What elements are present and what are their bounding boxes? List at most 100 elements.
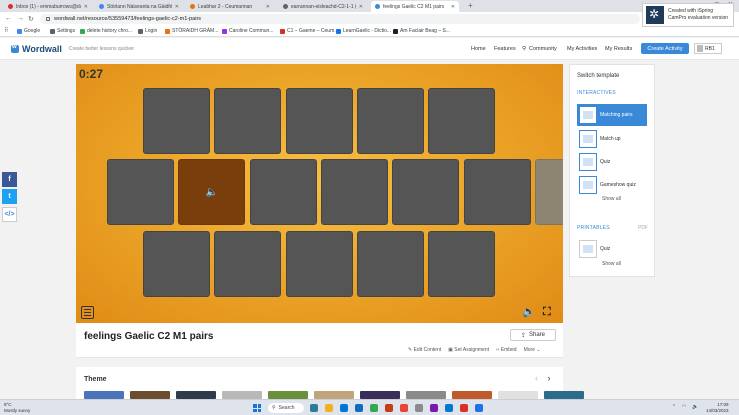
memory-card[interactable]: [320, 159, 388, 225]
taskbar-app-icon[interactable]: [370, 404, 378, 412]
tab-close-icon[interactable]: ✕: [84, 4, 88, 10]
taskbar-search[interactable]: ⚲ Search: [268, 403, 304, 413]
theme-thumbnail[interactable]: [544, 391, 584, 399]
taskbar-app-icon[interactable]: [325, 404, 333, 412]
windows-start-icon[interactable]: [253, 404, 261, 412]
new-tab-button[interactable]: +: [468, 1, 473, 10]
browser-tab[interactable]: Leabhar 2 - Ceumannan ✕: [186, 1, 274, 12]
bookmark-item[interactable]: LearnGaelic - Dictio...: [336, 28, 391, 34]
taskbar-app-icon[interactable]: [415, 404, 423, 412]
bookmark-item[interactable]: delete history chro...: [80, 28, 132, 34]
weather-widget[interactable]: 9°C Mostly sunny: [4, 402, 30, 414]
create-activity-button[interactable]: Create Activity: [641, 43, 689, 54]
nav-my-activities[interactable]: My Activities: [567, 46, 597, 52]
tray-chevron-icon[interactable]: ⌃: [672, 404, 676, 410]
embed-share-button[interactable]: </>: [2, 207, 17, 222]
edit-content-link[interactable]: ✎ Edit Content: [408, 347, 441, 353]
theme-thumbnail[interactable]: [84, 391, 124, 399]
browser-tab[interactable]: earrannan-eisleachd-C2-1-1 (1)...✕: [279, 1, 367, 12]
bookmark-item[interactable]: Am Faclair Beag – S...: [393, 28, 450, 34]
memory-card[interactable]: [143, 88, 210, 154]
template-quiz[interactable]: Quiz: [577, 151, 647, 173]
back-icon[interactable]: ←: [5, 15, 12, 22]
share-button[interactable]: ⇪ Share: [510, 329, 556, 341]
theme-thumbnail[interactable]: [498, 391, 538, 399]
show-all-interactives-link[interactable]: Show all: [602, 196, 621, 202]
nav-community[interactable]: Community: [529, 46, 557, 52]
tab-close-icon[interactable]: ✕: [266, 4, 270, 10]
taskbar-app-icon[interactable]: [400, 404, 408, 412]
theme-prev-icon[interactable]: ‹: [535, 373, 538, 383]
set-assignment-link[interactable]: ▣ Set Assignment: [448, 347, 489, 353]
memory-card[interactable]: [285, 231, 353, 297]
bookmark-item[interactable]: Google: [17, 28, 40, 34]
taskbar-app-icon[interactable]: [445, 404, 453, 412]
theme-next-icon[interactable]: ›: [548, 373, 551, 383]
address-bar[interactable]: wordwall.net/resource/53559473/feelings-…: [40, 14, 640, 24]
forward-icon[interactable]: →: [17, 15, 24, 22]
sound-toggle-icon[interactable]: 🔈: [522, 305, 536, 318]
taskbar-app-icon[interactable]: [355, 404, 363, 412]
fullscreen-icon[interactable]: ⛶: [543, 306, 551, 319]
memory-card[interactable]: [249, 159, 317, 225]
browser-tab[interactable]: feelings Gaelic C2 M1 pairs ✕: [371, 1, 459, 12]
taskbar-app-icon[interactable]: [385, 404, 393, 412]
game-stage[interactable]: 0:27 🔈 🔈 ⛶: [76, 64, 563, 323]
memory-card[interactable]: [463, 159, 531, 225]
system-clock[interactable]: 17:09 14/03/2023: [706, 402, 729, 414]
tab-close-icon[interactable]: ✕: [451, 4, 455, 10]
theme-thumbnail[interactable]: [452, 391, 492, 399]
theme-thumbnail[interactable]: [360, 391, 400, 399]
nav-my-results[interactable]: My Results: [605, 46, 632, 52]
user-menu[interactable]: RB1: [694, 43, 722, 54]
bookmark-item[interactable]: Caroline Commun...: [222, 28, 273, 34]
memory-card[interactable]: [356, 231, 424, 297]
tab-close-icon[interactable]: ✕: [359, 4, 363, 10]
memory-card[interactable]: [428, 88, 496, 154]
wifi-icon[interactable]: ◠: [682, 404, 686, 410]
taskbar-app-icon[interactable]: [475, 404, 483, 412]
memory-card-audio[interactable]: 🔈: [178, 159, 246, 225]
theme-thumbnail[interactable]: [176, 391, 216, 399]
memory-card[interactable]: [285, 88, 353, 154]
bookmark-item[interactable]: C1 – Gaeme – Ceum...: [280, 28, 338, 34]
show-all-printables-link[interactable]: Show all: [602, 261, 621, 267]
memory-card[interactable]: [428, 231, 496, 297]
browser-tab[interactable]: Stòrlann Nàiseanta na Gàidhlig...✕: [95, 1, 183, 12]
taskbar-app-icon[interactable]: [340, 404, 348, 412]
template-match-up[interactable]: Match up: [577, 128, 647, 150]
theme-thumbnail[interactable]: [314, 391, 354, 399]
memory-card[interactable]: [143, 231, 210, 297]
reload-icon[interactable]: ↻: [28, 15, 34, 23]
printable-quiz[interactable]: Quiz: [577, 238, 647, 260]
nav-features[interactable]: Features: [494, 46, 516, 52]
memory-card[interactable]: [214, 88, 282, 154]
tab-close-icon[interactable]: ✕: [175, 4, 179, 10]
memory-card[interactable]: [356, 88, 424, 154]
nav-home[interactable]: Home: [471, 46, 486, 52]
twitter-share-button[interactable]: t: [2, 189, 17, 204]
facebook-share-button[interactable]: f: [2, 172, 17, 187]
memory-card[interactable]: [214, 231, 282, 297]
theme-thumbnail[interactable]: [130, 391, 170, 399]
game-menu-button[interactable]: [81, 306, 94, 319]
apps-grid-icon[interactable]: ⠿: [4, 27, 8, 34]
memory-card[interactable]: [392, 159, 460, 225]
taskbar-app-icon[interactable]: [310, 404, 318, 412]
taskbar-app-icon[interactable]: [460, 404, 468, 412]
template-matching-pairs[interactable]: Matching pairs: [577, 104, 647, 126]
theme-thumbnail[interactable]: [406, 391, 446, 399]
bookmark-item[interactable]: STÒRAIDH GRÀM...: [165, 28, 218, 34]
memory-card[interactable]: [534, 159, 563, 225]
wordwall-logo[interactable]: Wordwall: [11, 44, 62, 54]
volume-icon[interactable]: 🔈: [692, 404, 698, 410]
theme-thumbnail[interactable]: [222, 391, 262, 399]
embed-link[interactable]: ‹› Embed: [496, 347, 517, 353]
theme-thumbnail[interactable]: [268, 391, 308, 399]
memory-card[interactable]: [107, 159, 174, 225]
more-link[interactable]: More ⌄: [524, 347, 541, 353]
bookmark-item[interactable]: Settings: [50, 28, 75, 34]
taskbar-app-icon[interactable]: [430, 404, 438, 412]
browser-tab[interactable]: Inbox (1) - emmaburrows@dunn...✕: [4, 1, 92, 12]
bookmark-item[interactable]: Login: [138, 28, 157, 34]
